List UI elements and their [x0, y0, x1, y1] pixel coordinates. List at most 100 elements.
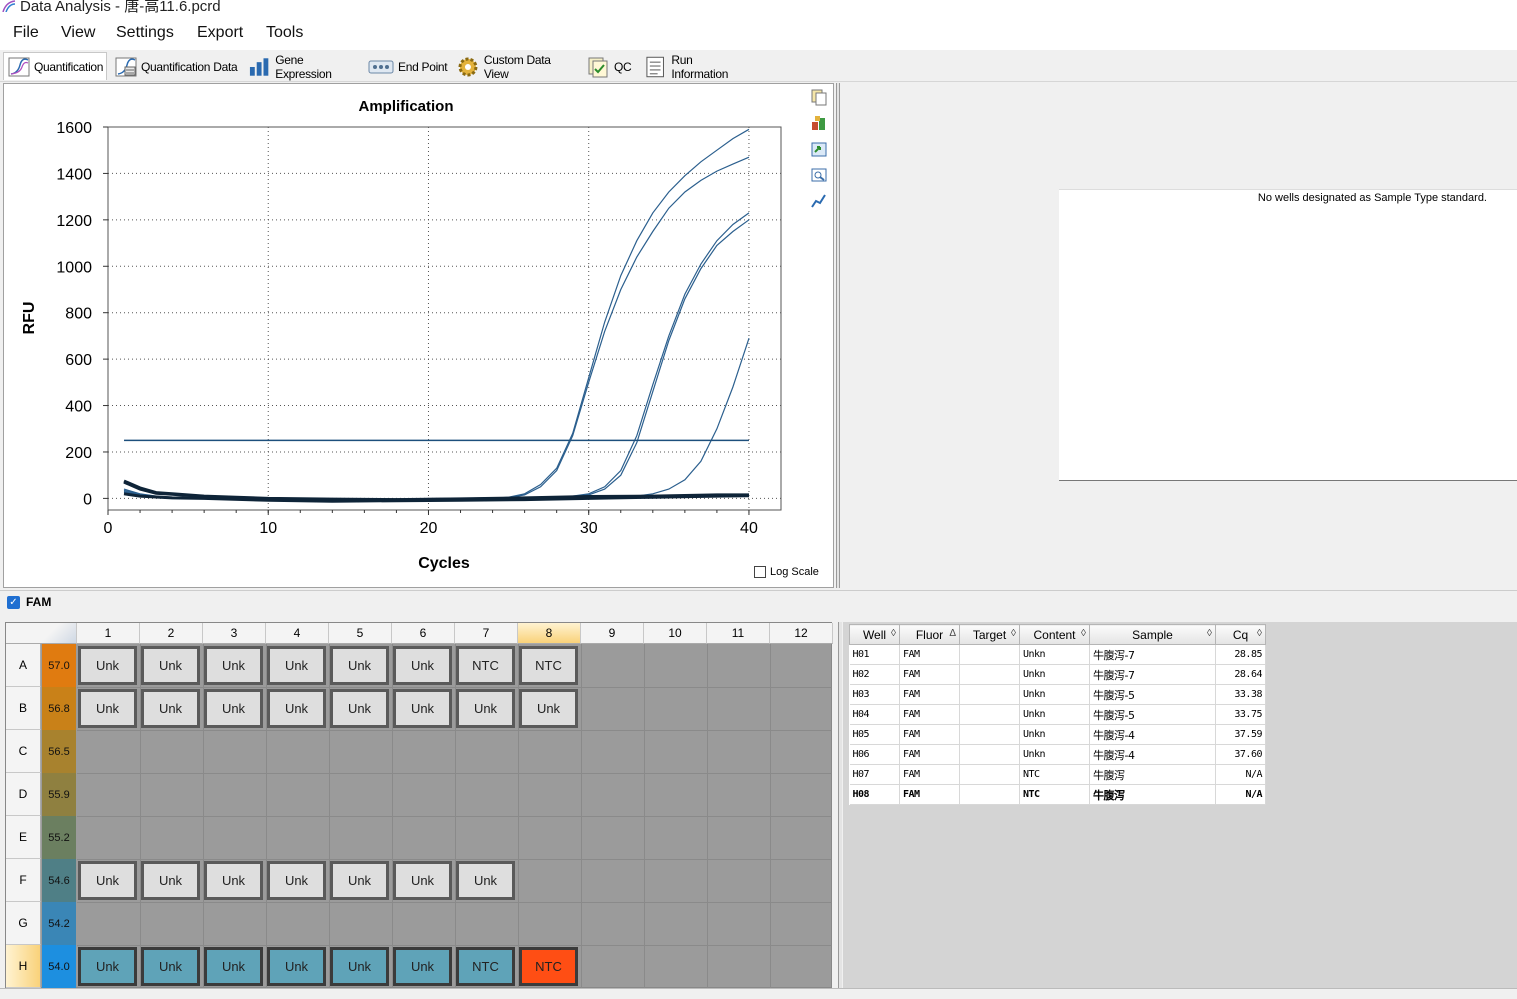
plate-well[interactable]: Unk: [267, 689, 326, 728]
plate-row-header[interactable]: C: [6, 730, 41, 773]
plate-well[interactable]: Unk: [456, 861, 515, 900]
plate-well[interactable]: Unk: [78, 646, 137, 685]
trace-icon[interactable]: [810, 192, 828, 210]
plate-well[interactable]: Unk: [456, 689, 515, 728]
column-header-sample[interactable]: Sample ◊: [1089, 624, 1216, 645]
sort-icon: ◊: [1207, 628, 1212, 639]
plate-well[interactable]: NTC: [519, 947, 578, 986]
column-header-fluor[interactable]: Fluor Δ: [899, 624, 960, 645]
table-row[interactable]: H06 FAM Unkn 牛腹泻-4 37.60: [849, 744, 1266, 765]
plate-well[interactable]: Unk: [330, 646, 389, 685]
fam-checkbox[interactable]: ✓: [7, 596, 20, 609]
sort-icon: ◊: [891, 628, 896, 639]
table-row[interactable]: H05 FAM Unkn 牛腹泻-4 37.59: [849, 724, 1266, 745]
tab-end-point[interactable]: End Point: [364, 54, 448, 80]
chart-title: Amplification: [358, 98, 453, 115]
menu-tools[interactable]: Tools: [266, 24, 303, 42]
table-row[interactable]: H08 FAM NTC 牛腹泻 N/A: [849, 784, 1266, 805]
plate-well[interactable]: Unk: [393, 947, 452, 986]
table-cell-cq: N/A: [1215, 784, 1266, 805]
plate-gridline: [77, 816, 832, 817]
tab-gene-expression[interactable]: Gene Expression: [244, 53, 360, 81]
plate-well[interactable]: Unk: [204, 689, 263, 728]
qc-icon: [588, 57, 608, 78]
menu-file[interactable]: File: [13, 24, 39, 42]
plate-well[interactable]: Unk: [267, 646, 326, 685]
tab-run-information[interactable]: Run Information: [640, 53, 750, 81]
plate-row-header[interactable]: E: [6, 816, 41, 859]
plate-well[interactable]: Unk: [78, 947, 137, 986]
menu-view[interactable]: View: [61, 24, 95, 42]
log-scale-checkbox[interactable]: [754, 566, 766, 578]
plate-well[interactable]: Unk: [141, 689, 200, 728]
plate-column-header[interactable]: 6: [392, 623, 455, 644]
table-row[interactable]: H07 FAM NTC 牛腹泻 N/A: [849, 764, 1266, 785]
plate-well[interactable]: NTC: [456, 947, 515, 986]
copy-icon[interactable]: [810, 88, 828, 106]
table-row[interactable]: H04 FAM Unkn 牛腹泻-5 33.75: [849, 704, 1266, 725]
plate-column-header[interactable]: 9: [581, 623, 644, 644]
column-header-target[interactable]: Target ◊: [959, 624, 1020, 645]
tab-quantification-data[interactable]: Quantification Data: [111, 54, 239, 80]
plate-well[interactable]: Unk: [393, 861, 452, 900]
log-scale-toggle[interactable]: Log Scale: [754, 566, 819, 578]
tab-quantification[interactable]: Quantification: [3, 52, 107, 80]
plate-icon[interactable]: [810, 114, 828, 132]
plate-column-header[interactable]: 1: [77, 623, 140, 644]
plate-well[interactable]: Unk: [141, 861, 200, 900]
plate-well[interactable]: Unk: [204, 947, 263, 986]
plate-well[interactable]: Unk: [141, 646, 200, 685]
plate-corner[interactable]: [6, 623, 77, 644]
menu-settings[interactable]: Settings: [116, 24, 174, 42]
plate-column-header[interactable]: 5: [329, 623, 392, 644]
plate-row-header[interactable]: H: [6, 945, 41, 988]
amplification-chart[interactable]: Amplification 0 10 20 30 4002004006008001000…: [4, 84, 833, 587]
plate-column-header[interactable]: 2: [140, 623, 203, 644]
column-header-content[interactable]: Content ◊: [1019, 624, 1090, 645]
plate-well[interactable]: Unk: [204, 861, 263, 900]
plate-column-header[interactable]: 12: [770, 623, 833, 644]
plate-column-header[interactable]: 8: [518, 623, 581, 644]
plate-well[interactable]: NTC: [519, 646, 578, 685]
plate-well[interactable]: Unk: [330, 861, 389, 900]
plate-well[interactable]: NTC: [456, 646, 515, 685]
plate-column-header[interactable]: 11: [707, 623, 770, 644]
gradient-temperature: 55.2: [42, 816, 76, 859]
column-header-well[interactable]: Well ◊: [849, 624, 900, 645]
table-cell-target: [959, 664, 1020, 685]
lower-splitter[interactable]: [838, 622, 842, 988]
plate-well[interactable]: Unk: [267, 861, 326, 900]
plate-well[interactable]: Unk: [204, 646, 263, 685]
table-row[interactable]: H02 FAM Unkn 牛腹泻-7 28.64: [849, 664, 1266, 685]
plate-well[interactable]: Unk: [393, 646, 452, 685]
table-cell-well: H06: [849, 744, 900, 765]
plate-column-header[interactable]: 10: [644, 623, 707, 644]
plate-well[interactable]: Unk: [393, 689, 452, 728]
plate-column-header[interactable]: 3: [203, 623, 266, 644]
plate-well[interactable]: Unk: [330, 947, 389, 986]
tab-custom-data-view[interactable]: Custom Data View: [452, 53, 578, 81]
zoom-icon[interactable]: [810, 166, 828, 184]
table-row[interactable]: H03 FAM Unkn 牛腹泻-5 33.38: [849, 684, 1266, 705]
vertical-splitter[interactable]: [836, 83, 840, 588]
plate-row-header[interactable]: A: [6, 644, 41, 687]
table-cell-content: Unkn: [1019, 744, 1090, 765]
plate-column-header[interactable]: 7: [455, 623, 518, 644]
plate-well[interactable]: Unk: [267, 947, 326, 986]
tab-qc[interactable]: QC: [582, 54, 638, 80]
plate-row-header[interactable]: B: [6, 687, 41, 730]
plate-column-header[interactable]: 4: [266, 623, 329, 644]
plate-well[interactable]: Unk: [78, 861, 137, 900]
plate-well[interactable]: Unk: [330, 689, 389, 728]
table-cell-sample: 牛腹泻-7: [1089, 644, 1216, 665]
plate-well[interactable]: Unk: [519, 689, 578, 728]
menu-export[interactable]: Export: [197, 24, 243, 42]
export-icon[interactable]: [810, 140, 828, 158]
plate-well[interactable]: Unk: [78, 689, 137, 728]
column-header-cq[interactable]: Cq ◊: [1215, 624, 1266, 645]
plate-row-header[interactable]: G: [6, 902, 41, 945]
plate-well[interactable]: Unk: [141, 947, 200, 986]
plate-row-header[interactable]: F: [6, 859, 41, 902]
table-row[interactable]: H01 FAM Unkn 牛腹泻-7 28.85: [849, 644, 1266, 665]
plate-row-header[interactable]: D: [6, 773, 41, 816]
